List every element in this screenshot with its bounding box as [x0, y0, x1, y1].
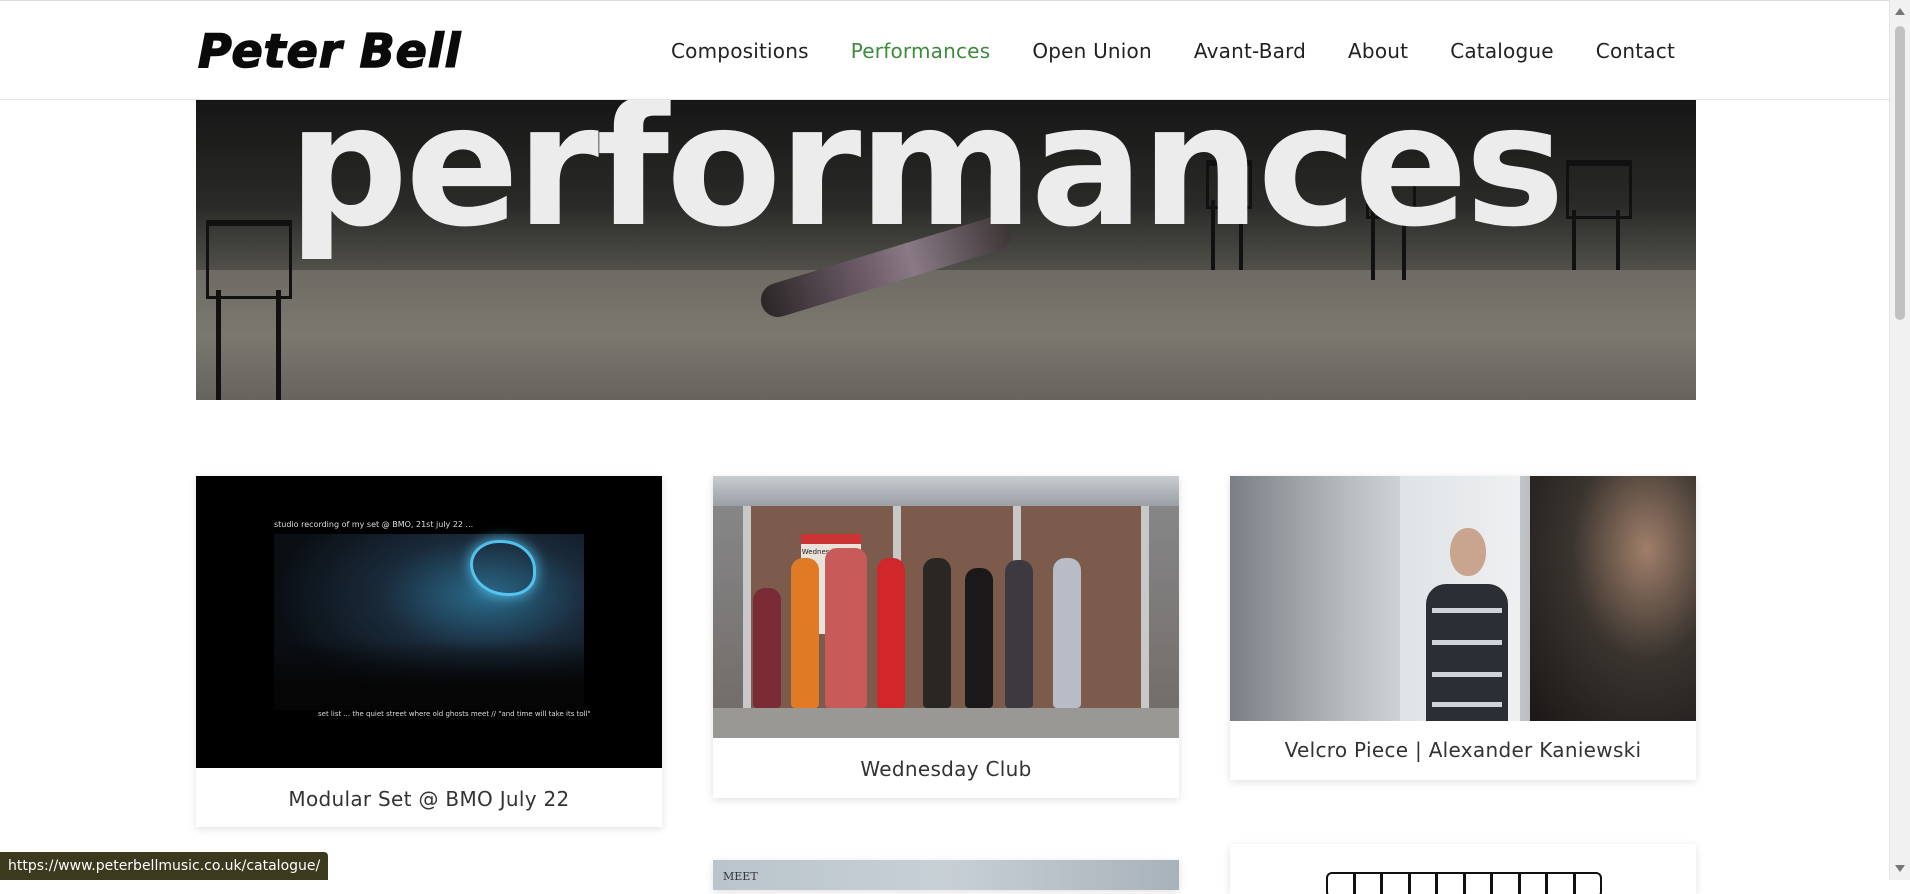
chair-leg [1616, 210, 1620, 270]
nav-avant-bard[interactable]: Avant-Bard [1194, 39, 1306, 63]
nav-about[interactable]: About [1348, 39, 1408, 63]
hero-heading: performances [288, 100, 1565, 264]
image-caption-top: studio recording of my set @ BMO, 21st j… [274, 520, 474, 529]
hero-floor [196, 270, 1696, 400]
performance-card[interactable]: MEET [713, 860, 1179, 890]
shelter-post [743, 506, 751, 708]
card-title[interactable]: Velcro Piece | Alexander Kaniewski [1230, 738, 1696, 762]
foreground-person [1530, 476, 1696, 721]
performance-card[interactable] [1230, 844, 1696, 894]
velcro-jacket [1426, 584, 1508, 721]
person-figure [877, 558, 905, 708]
card-title[interactable]: Modular Set @ BMO July 22 [196, 787, 662, 811]
scroll-up-arrow-icon[interactable] [1895, 8, 1905, 15]
nav-contact[interactable]: Contact [1596, 39, 1675, 63]
person-figure [825, 548, 867, 708]
hero-banner: performances [196, 100, 1696, 400]
page-scrollbar[interactable] [1889, 0, 1910, 880]
bus-shelter-roof [713, 476, 1179, 506]
site-header: Peter Bell Compositions Performances Ope… [0, 0, 1890, 100]
person-figure [923, 558, 951, 708]
performance-card[interactable]: Wednesday Club Wednesday Club [713, 476, 1179, 798]
scroll-down-arrow-icon[interactable] [1895, 865, 1905, 872]
person-figure [753, 588, 781, 708]
card-image[interactable]: Wednesday Club [713, 476, 1179, 738]
card-title[interactable]: Wednesday Club [713, 757, 1179, 781]
person-figure [791, 558, 819, 708]
person-figure [1053, 558, 1081, 708]
pavement [713, 708, 1179, 738]
concert-photo [274, 534, 584, 710]
image-caption-bottom: set list ... the quiet street where old … [318, 710, 591, 718]
main-nav: Compositions Performances Open Union Ava… [671, 1, 1675, 101]
performer-head [1450, 528, 1486, 576]
card-image[interactable]: MEET [713, 860, 1179, 890]
jacket-stripe [1432, 702, 1502, 707]
nav-catalogue[interactable]: Catalogue [1450, 39, 1554, 63]
site-logo[interactable]: Peter Bell [197, 21, 461, 81]
nav-open-union[interactable]: Open Union [1032, 39, 1152, 63]
audience-silhouette [274, 640, 584, 710]
jacket-stripe [1432, 608, 1502, 613]
jacket-stripe [1432, 672, 1502, 677]
chair-leg [216, 290, 221, 400]
scrollbar-thumb[interactable] [1895, 26, 1905, 320]
keyboard-graphic [1326, 872, 1602, 894]
image-text: MEET [723, 870, 758, 883]
performance-card[interactable]: studio recording of my set @ BMO, 21st j… [196, 476, 662, 827]
chair-leg [276, 290, 281, 400]
performance-card[interactable]: Velcro Piece | Alexander Kaniewski [1230, 476, 1696, 780]
person-figure [965, 568, 993, 708]
card-image[interactable]: studio recording of my set @ BMO, 21st j… [196, 476, 662, 768]
card-image[interactable] [1230, 476, 1696, 721]
jacket-stripe [1432, 640, 1502, 645]
chair-leg [1572, 210, 1576, 270]
link-status-bar: https://www.peterbellmusic.co.uk/catalog… [0, 852, 329, 880]
person-figure [1005, 560, 1033, 708]
shelter-post [1141, 506, 1149, 708]
nav-performances[interactable]: Performances [851, 39, 991, 63]
neon-light-shape [470, 540, 536, 596]
chair-shape [206, 220, 292, 299]
nav-compositions[interactable]: Compositions [671, 39, 809, 63]
